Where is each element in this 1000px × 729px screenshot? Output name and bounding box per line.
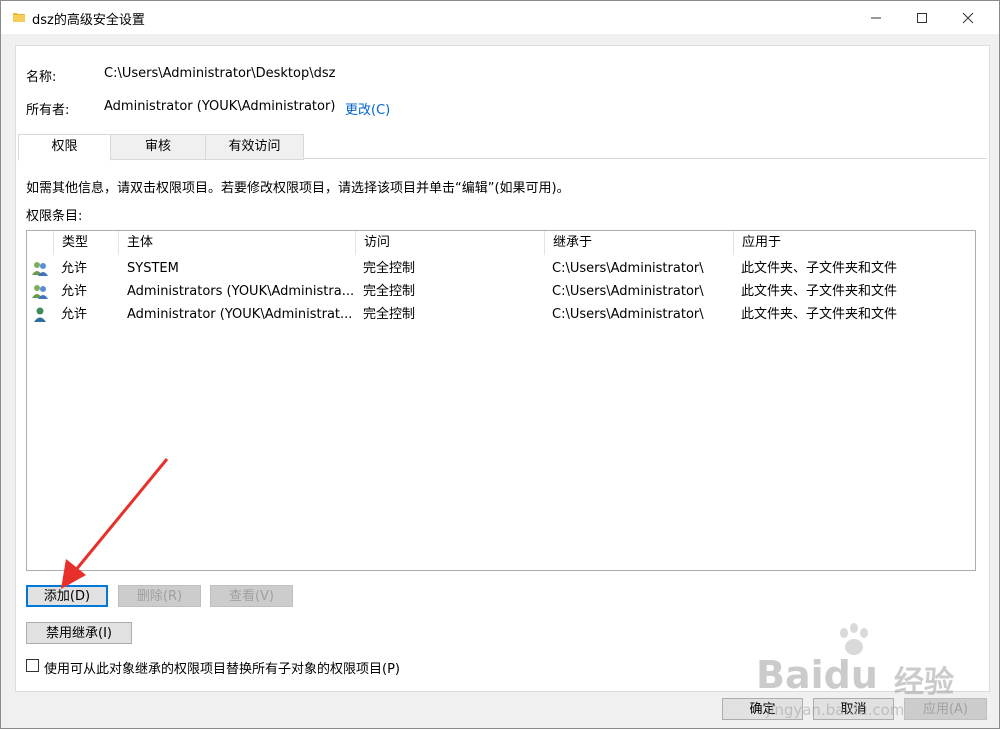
advanced-security-settings-window: dsz的高级安全设置 名称: C:\Users\Administrator\De…	[0, 0, 1000, 729]
row-applies-to: 此文件夹、子文件夹和文件	[741, 284, 898, 299]
row-type: 允许	[61, 307, 88, 322]
row-principal: Administrator (YOUK\Administrat...	[127, 307, 353, 322]
replace-child-permissions-label[interactable]: 使用可从此对象继承的权限项目替换所有子对象的权限项目(P)	[44, 658, 400, 677]
remove-button[interactable]: 删除(R)	[118, 585, 201, 607]
close-icon	[962, 12, 974, 23]
user-icon	[34, 307, 46, 322]
column-header-principal[interactable]: 主体	[119, 231, 356, 255]
folder-icon	[13, 13, 25, 22]
cancel-button[interactable]: 取消	[813, 698, 894, 720]
group-users-icon	[32, 262, 48, 276]
column-header-type[interactable]: 类型	[54, 231, 119, 255]
row-principal: SYSTEM	[127, 261, 179, 276]
instructions-text: 如需其他信息，请双击权限项目。若要修改权限项目，请选择该项目并单击“编辑”(如果…	[26, 181, 570, 196]
tab-auditing[interactable]: 审核	[110, 134, 206, 160]
row-inherited-from: C:\Users\Administrator\	[552, 284, 704, 299]
row-applies-to: 此文件夹、子文件夹和文件	[741, 261, 898, 276]
list-header: 类型 主体 访问 继承于 应用于	[27, 231, 975, 255]
tab-permissions[interactable]: 权限	[18, 134, 111, 161]
row-access: 完全控制	[363, 307, 416, 322]
row-inherited-from: C:\Users\Administrator\	[552, 307, 704, 322]
maximize-icon	[917, 12, 927, 23]
apply-button[interactable]: 应用(A)	[904, 698, 987, 720]
replace-child-permissions-checkbox[interactable]	[26, 659, 39, 672]
group-users-icon	[32, 285, 48, 299]
owner-value: Administrator (YOUK\Administrator)	[104, 99, 336, 114]
table-row[interactable]: 允许 Administrator (YOUK\Administrat... 完全…	[27, 303, 975, 326]
permission-entries-list[interactable]: 类型 主体 访问 继承于 应用于 允许 SYSTEM 完全控制 C:\Users…	[26, 230, 976, 571]
window-title: dsz的高级安全设置	[32, 13, 145, 28]
table-row[interactable]: 允许 Administrators (YOUK\Administra... 完全…	[27, 280, 975, 303]
column-header-applies-to[interactable]: 应用于	[734, 231, 975, 255]
row-applies-to: 此文件夹、子文件夹和文件	[741, 307, 898, 322]
tab-effective-access[interactable]: 有效访问	[205, 134, 304, 160]
ok-button[interactable]: 确定	[722, 698, 803, 720]
name-value: C:\Users\Administrator\Desktop\dsz	[104, 66, 336, 81]
minimize-icon	[871, 17, 881, 18]
permission-entries-label: 权限条目:	[26, 209, 83, 224]
maximize-button[interactable]	[899, 1, 945, 34]
column-header-inherited-from[interactable]: 继承于	[545, 231, 734, 255]
owner-label: 所有者:	[26, 103, 70, 118]
add-button[interactable]: 添加(D)	[26, 585, 108, 607]
view-button[interactable]: 查看(V)	[210, 585, 293, 607]
disable-inheritance-button[interactable]: 禁用继承(I)	[26, 622, 132, 644]
title-bar[interactable]: dsz的高级安全设置	[1, 1, 999, 34]
column-header-icon[interactable]	[27, 231, 54, 255]
table-row[interactable]: 允许 SYSTEM 完全控制 C:\Users\Administrator\ 此…	[27, 257, 975, 280]
change-owner-link[interactable]: 更改(C)	[345, 99, 390, 118]
row-inherited-from: C:\Users\Administrator\	[552, 261, 704, 276]
row-access: 完全控制	[363, 261, 416, 276]
row-type: 允许	[61, 284, 88, 299]
row-principal: Administrators (YOUK\Administra...	[127, 284, 353, 299]
column-header-access[interactable]: 访问	[356, 231, 545, 255]
row-access: 完全控制	[363, 284, 416, 299]
row-type: 允许	[61, 261, 88, 276]
close-button[interactable]	[945, 1, 991, 34]
minimize-button[interactable]	[853, 1, 899, 34]
name-label: 名称:	[26, 70, 57, 85]
